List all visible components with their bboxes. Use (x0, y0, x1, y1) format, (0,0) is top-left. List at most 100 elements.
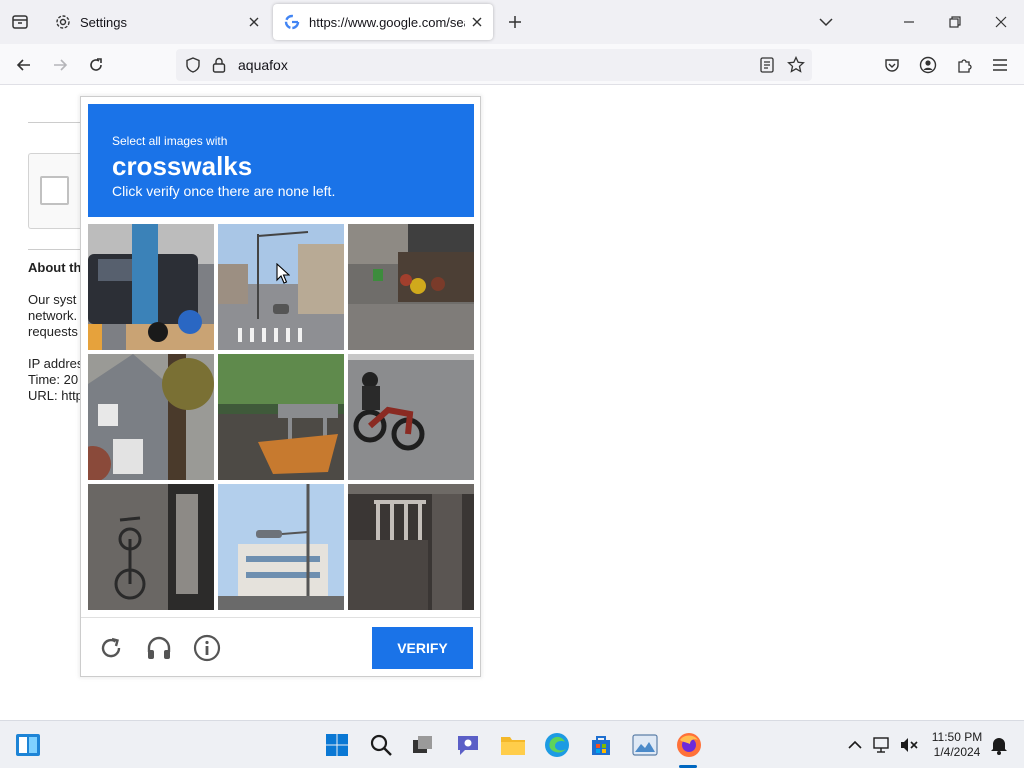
notifications-button[interactable] (985, 731, 1013, 759)
captcha-tile[interactable] (218, 354, 344, 480)
info-icon (193, 634, 221, 662)
image-traffic-light-building (218, 484, 344, 610)
captcha-footer-divider (81, 617, 480, 618)
shield-icon (186, 57, 200, 73)
chat-button[interactable] (454, 731, 482, 759)
edge-icon (545, 733, 569, 757)
close-tab-button[interactable] (465, 10, 489, 34)
captcha-tile[interactable] (88, 484, 214, 610)
tab-settings[interactable]: Settings (44, 4, 270, 40)
photos-button[interactable] (631, 731, 659, 759)
reload-challenge-button[interactable] (95, 632, 127, 664)
help-button[interactable] (191, 632, 223, 664)
url-text[interactable]: aquafox (238, 57, 288, 73)
close-window-button[interactable] (989, 11, 1013, 33)
page-text-line: network. (28, 308, 78, 323)
search-button[interactable] (367, 731, 395, 759)
file-explorer-button[interactable] (499, 731, 527, 759)
hamburger-icon (993, 59, 1007, 71)
captcha-dialog: Select all images with crosswalks Click … (80, 96, 481, 677)
account-button[interactable] (913, 50, 943, 80)
recaptcha-checkbox[interactable] (40, 176, 69, 205)
edge-button[interactable] (543, 731, 571, 759)
store-icon (592, 736, 610, 755)
tab-label: https://www.google.com/search (309, 14, 465, 30)
folder-icon (501, 737, 525, 755)
tab-bar: Settings https://www.google.com/search (0, 0, 1024, 44)
image-street-crosswalk (218, 224, 344, 350)
page-text-line: Time: 20 (28, 372, 79, 387)
restore-icon (949, 16, 961, 28)
reader-view-icon[interactable] (760, 57, 774, 73)
star-icon[interactable] (787, 56, 805, 74)
url-bar[interactable]: aquafox (176, 49, 812, 81)
minimize-button[interactable] (897, 11, 921, 33)
widgets-button[interactable] (14, 731, 42, 759)
chevron-up-icon (848, 740, 862, 749)
arrow-left-icon (16, 59, 30, 71)
captcha-tile[interactable] (218, 224, 344, 350)
account-icon (919, 56, 937, 74)
firefox-button[interactable] (675, 731, 703, 759)
widgets-icon (16, 734, 40, 756)
captcha-tile[interactable] (348, 224, 474, 350)
verify-button[interactable]: VERIFY (372, 627, 473, 669)
captcha-header: Select all images with crosswalks Click … (88, 104, 474, 217)
pocket-button[interactable] (877, 50, 907, 80)
close-tab-button[interactable] (242, 10, 266, 34)
new-tab-button[interactable] (503, 11, 527, 33)
google-icon (283, 13, 301, 31)
page-text-line: Our syst (28, 292, 77, 307)
mouse-cursor-icon (276, 263, 290, 284)
lock-icon (212, 57, 226, 73)
headphones-icon (147, 636, 171, 659)
image-house-with-tree (88, 354, 214, 480)
network-icon (873, 737, 889, 753)
chevron-down-icon (819, 18, 833, 27)
volume-button[interactable] (895, 731, 923, 759)
chat-icon (458, 736, 478, 755)
clock-time: 11:50 PM (931, 730, 983, 744)
minimize-icon (904, 21, 914, 23)
puzzle-icon (958, 59, 972, 73)
close-icon (472, 17, 482, 27)
task-view-icon (413, 736, 432, 753)
captcha-tile[interactable] (218, 484, 344, 610)
restore-button[interactable] (943, 11, 967, 33)
plus-icon (509, 16, 521, 28)
page-text-line: URL: http (28, 388, 83, 403)
captcha-tile[interactable] (88, 224, 214, 350)
list-all-tabs-button[interactable] (814, 11, 838, 33)
clock[interactable]: 11:50 PM 1/4/2024 (922, 730, 992, 760)
close-icon (995, 16, 1007, 28)
captcha-tile[interactable] (88, 354, 214, 480)
image-gate-fence (348, 484, 474, 610)
firefox-icon (677, 733, 701, 757)
divider (28, 122, 88, 123)
menu-button[interactable] (985, 50, 1015, 80)
tab-list-button[interactable] (8, 11, 32, 33)
store-button[interactable] (587, 731, 615, 759)
extensions-button[interactable] (949, 50, 979, 80)
forward-button[interactable] (45, 50, 75, 80)
search-icon (370, 734, 392, 756)
audio-challenge-button[interactable] (143, 632, 175, 664)
back-button[interactable] (9, 50, 39, 80)
reload-button[interactable] (81, 50, 111, 80)
captcha-instruction: Select all images with (112, 134, 228, 148)
divider (28, 249, 88, 250)
network-button[interactable] (869, 731, 897, 759)
nav-bar: aquafox (0, 44, 1024, 85)
image-motorcycle-on-road (348, 354, 474, 480)
tab-google[interactable]: https://www.google.com/search (273, 4, 493, 40)
start-button[interactable] (323, 731, 351, 759)
photos-icon (632, 734, 658, 756)
show-hidden-icons-button[interactable] (841, 731, 869, 759)
reload-icon (101, 637, 121, 658)
gear-icon (54, 13, 72, 31)
captcha-tile[interactable] (348, 354, 474, 480)
task-view-button[interactable] (409, 731, 437, 759)
clock-date: 1/4/2024 (933, 745, 981, 759)
captcha-tile[interactable] (348, 484, 474, 610)
tray-icon (12, 15, 28, 29)
